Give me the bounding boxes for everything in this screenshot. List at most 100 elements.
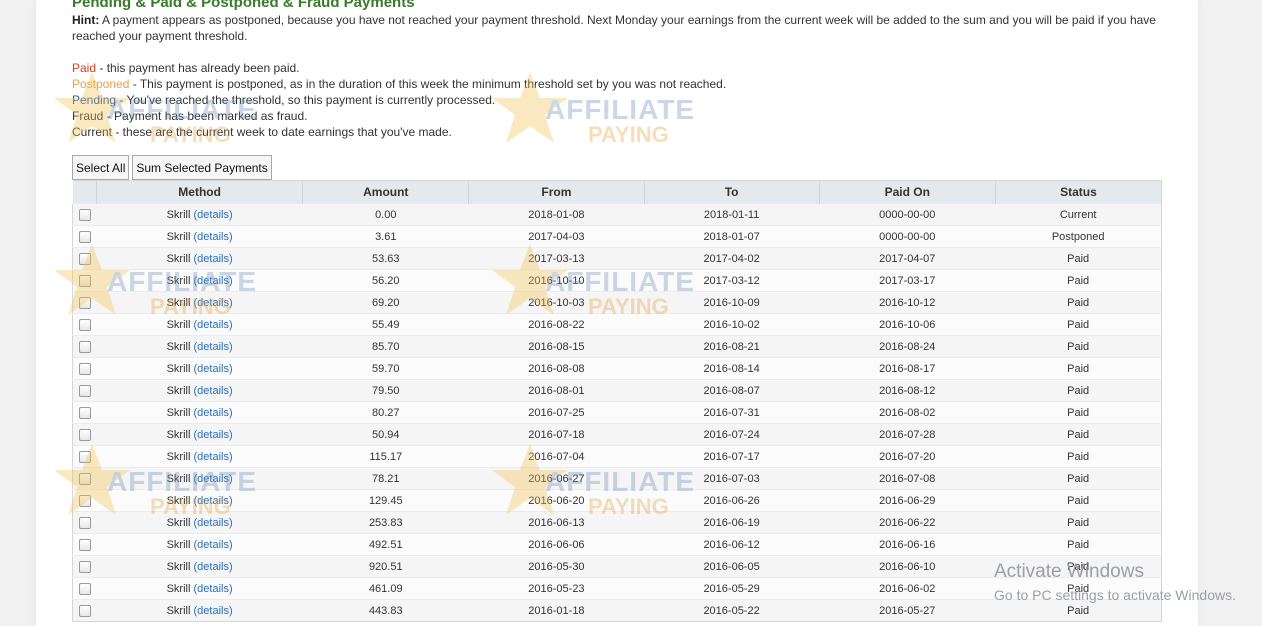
- row-checkbox[interactable]: [78, 230, 91, 243]
- row-select-cell: [72, 379, 97, 402]
- row-checkbox[interactable]: [78, 516, 91, 529]
- details-link[interactable]: (details): [194, 517, 233, 529]
- paid-on-cell: 2017-04-07: [819, 247, 996, 270]
- method-label: Skrill: [166, 406, 191, 419]
- details-link[interactable]: (details): [194, 429, 233, 441]
- from-date-cell: 2016-06-13: [468, 511, 644, 534]
- row-select-cell: [72, 511, 97, 534]
- row-checkbox[interactable]: [78, 296, 91, 309]
- column-header-from[interactable]: From: [468, 180, 645, 204]
- payments-table-body: Skrill (details) 0.00 2018-01-08 2018-01-11…: [72, 203, 1162, 622]
- status-cell: Paid: [995, 445, 1162, 468]
- row-checkbox[interactable]: [78, 362, 91, 375]
- table-row: Skrill (details) 115.17 2016-07-04 2016-07-…: [72, 445, 1162, 468]
- status-cell: Paid: [995, 423, 1162, 446]
- legend-item-paid: Paid - this payment has already been pai…: [72, 61, 300, 75]
- to-date-cell: 2016-08-21: [644, 335, 820, 358]
- row-checkbox[interactable]: [78, 406, 91, 419]
- details-link[interactable]: (details): [194, 297, 233, 309]
- from-date-cell: 2017-03-13: [468, 247, 644, 270]
- method-cell: Skrill (details): [96, 489, 303, 512]
- details-link[interactable]: (details): [194, 539, 233, 551]
- sum-selected-payments-button[interactable]: Sum Selected Payments: [132, 155, 272, 180]
- from-date-cell: 2016-08-01: [468, 379, 644, 402]
- details-link[interactable]: (details): [194, 451, 233, 463]
- row-checkbox[interactable]: [78, 560, 91, 573]
- activation-title: Activate Windows: [994, 561, 1144, 582]
- details-link[interactable]: (details): [194, 561, 233, 573]
- status-cell: Paid: [995, 313, 1162, 336]
- method-label: Skrill: [166, 516, 191, 529]
- row-checkbox[interactable]: [78, 494, 91, 507]
- paid-on-cell: 2016-06-10: [819, 555, 996, 578]
- method-label: Skrill: [166, 274, 191, 287]
- to-date-cell: 2018-01-07: [644, 225, 820, 248]
- row-checkbox[interactable]: [78, 274, 91, 287]
- paid-on-cell: 2016-07-28: [819, 423, 996, 446]
- from-date-cell: 2016-01-18: [468, 599, 644, 622]
- details-link[interactable]: (details): [194, 275, 233, 287]
- row-checkbox[interactable]: [78, 472, 91, 485]
- from-date-cell: 2016-10-03: [468, 291, 644, 314]
- method-label: Skrill: [166, 230, 191, 243]
- status-cell: Paid: [995, 467, 1162, 490]
- details-link[interactable]: (details): [194, 385, 233, 397]
- table-header-row: Method Amount From To Paid On Status: [71, 180, 1163, 204]
- status-cell: Paid: [995, 511, 1162, 534]
- row-checkbox[interactable]: [78, 582, 91, 595]
- row-checkbox[interactable]: [78, 428, 91, 441]
- row-checkbox[interactable]: [78, 384, 91, 397]
- to-date-cell: 2016-06-26: [644, 489, 820, 512]
- page-title: Pending & Paid & Postponed & Fraud Payme…: [72, 0, 415, 11]
- row-checkbox[interactable]: [78, 318, 91, 331]
- row-checkbox[interactable]: [78, 538, 91, 551]
- table-row: Skrill (details) 0.00 2018-01-08 2018-01-11…: [72, 203, 1162, 226]
- details-link[interactable]: (details): [194, 473, 233, 485]
- row-select-cell: [72, 291, 97, 314]
- amount-cell: 0.00: [302, 203, 469, 226]
- method-label: Skrill: [166, 362, 191, 375]
- legend-item-current: Current - these are the current week to …: [72, 125, 452, 139]
- table-row: Skrill (details) 53.63 2017-03-13 2017-04-0…: [72, 247, 1162, 270]
- row-select-cell: [72, 357, 97, 380]
- details-link[interactable]: (details): [194, 341, 233, 353]
- amount-cell: 50.94: [302, 423, 469, 446]
- table-row: Skrill (details) 129.45 2016-06-20 2016-06-…: [72, 489, 1162, 512]
- row-checkbox[interactable]: [78, 208, 91, 221]
- from-date-cell: 2016-07-04: [468, 445, 644, 468]
- method-cell: Skrill (details): [96, 555, 303, 578]
- select-all-button[interactable]: Select All: [72, 155, 130, 180]
- column-header-method[interactable]: Method: [96, 180, 304, 204]
- details-link[interactable]: (details): [194, 605, 233, 617]
- paid-on-cell: 2016-08-24: [819, 335, 996, 358]
- details-link[interactable]: (details): [194, 319, 233, 331]
- paid-on-cell: 2016-10-12: [819, 291, 996, 314]
- method-cell: Skrill (details): [96, 533, 303, 556]
- column-header-amount[interactable]: Amount: [302, 180, 470, 204]
- from-date-cell: 2016-05-30: [468, 555, 644, 578]
- to-date-cell: 2016-07-17: [644, 445, 820, 468]
- table-row: Skrill (details) 3.61 2017-04-03 2018-01-07…: [72, 225, 1162, 248]
- column-header-status[interactable]: Status: [994, 180, 1163, 204]
- details-link[interactable]: (details): [194, 495, 233, 507]
- row-checkbox[interactable]: [78, 450, 91, 463]
- details-link[interactable]: (details): [194, 209, 233, 221]
- details-link[interactable]: (details): [194, 231, 233, 243]
- row-checkbox[interactable]: [78, 340, 91, 353]
- details-link[interactable]: (details): [194, 407, 233, 419]
- details-link[interactable]: (details): [194, 583, 233, 595]
- amount-cell: 129.45: [302, 489, 469, 512]
- method-cell: Skrill (details): [96, 291, 303, 314]
- method-label: Skrill: [166, 384, 191, 397]
- column-header-paid-on[interactable]: Paid On: [818, 180, 996, 204]
- row-checkbox[interactable]: [78, 252, 91, 265]
- details-link[interactable]: (details): [194, 253, 233, 265]
- column-header-to[interactable]: To: [643, 180, 820, 204]
- to-date-cell: 2016-08-07: [644, 379, 820, 402]
- row-select-cell: [72, 533, 97, 556]
- details-link[interactable]: (details): [194, 363, 233, 375]
- row-checkbox[interactable]: [78, 604, 91, 617]
- activation-subtitle: Go to PC settings to activate Windows.: [994, 587, 1236, 603]
- row-select-cell: [72, 599, 97, 622]
- paid-on-cell: 2016-06-16: [819, 533, 996, 556]
